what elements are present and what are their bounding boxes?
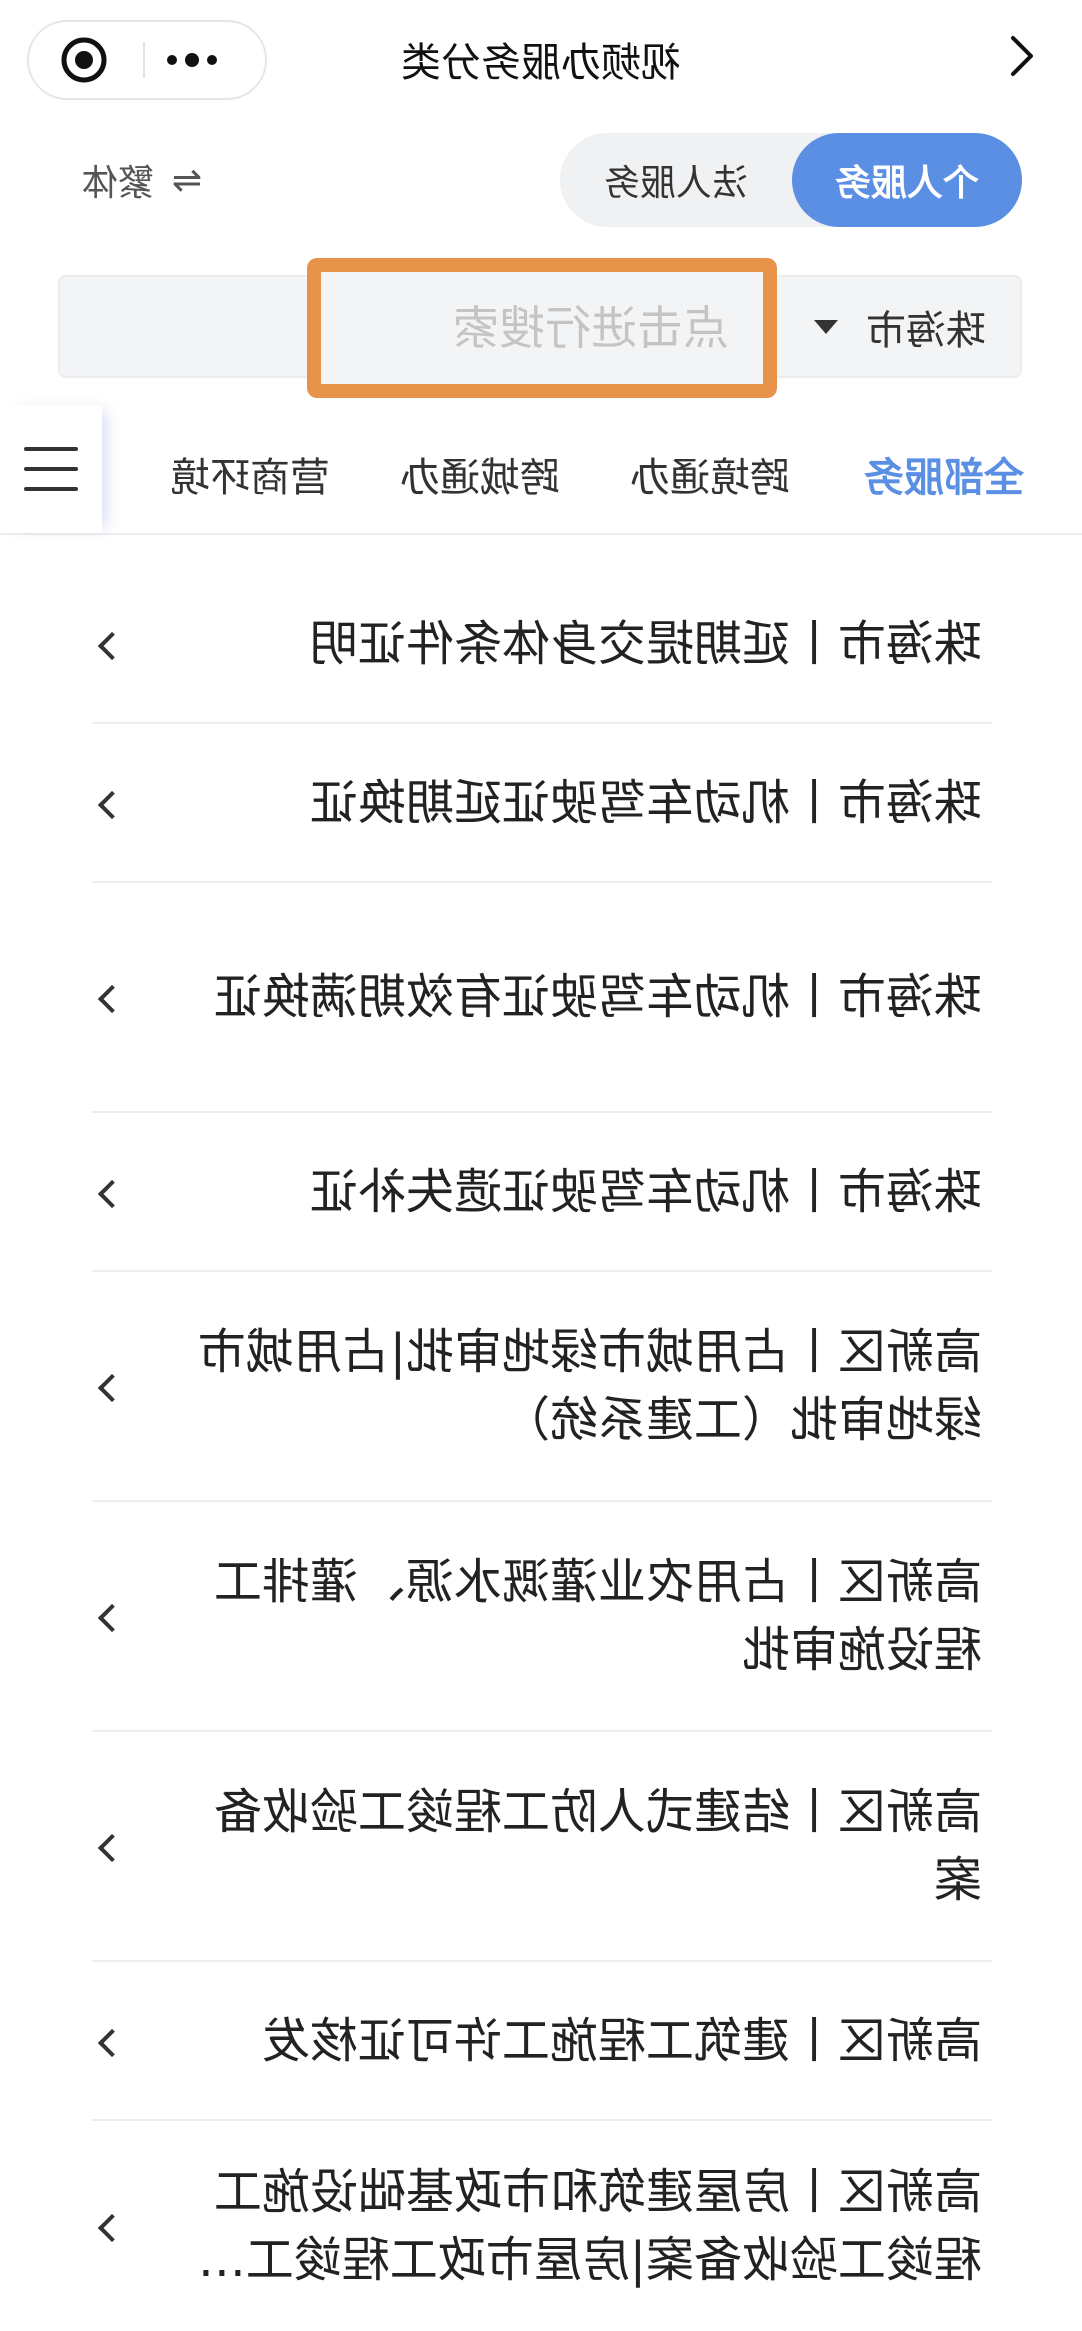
list-item[interactable]: 珠海市丨机动车驾驶证延期换证 xyxy=(92,724,992,883)
list-item-label: 高新区丨建筑工程施工许可证核发 xyxy=(261,2012,982,2069)
list-item-label: 高新区丨占用城市绿地审批|占用城市绿地审批（工建系统） xyxy=(197,1324,982,1448)
city-label: 珠海市 xyxy=(866,307,986,354)
corporate-service-tab[interactable]: 法人服务 xyxy=(560,133,792,227)
list-item[interactable]: 高新区丨占用城市绿地审批|占用城市绿地审批（工建系统） xyxy=(92,1272,992,1502)
mini-program-capsule xyxy=(27,20,267,100)
traditional-chinese-switch[interactable]: ⇋ 繁体 xyxy=(82,150,202,210)
list-item-label: 珠海市丨机动车驾驶证遗失补证 xyxy=(309,1163,982,1220)
list-item[interactable]: 高新区丨结建式人防工程竣工验收备案 xyxy=(92,1732,992,1962)
tab-cross-border[interactable]: 跨境通办 xyxy=(630,445,790,503)
search-input[interactable] xyxy=(321,300,731,356)
personal-service-tab[interactable]: 个人服务 xyxy=(792,133,1022,227)
tab-all-services[interactable]: 全部服务 xyxy=(864,445,1024,503)
capsule-divider xyxy=(143,42,145,78)
more-button[interactable] xyxy=(150,22,235,98)
list-item-label: 珠海市丨延期提交身体条件证明 xyxy=(309,615,982,672)
service-list: 珠海市丨延期提交身体条件证明 珠海市丨机动车驾驶证延期换证 珠海市丨机动车驾驶证… xyxy=(92,565,992,2331)
list-item-label: 高新区丨结建式人防工程竣工验收备案 xyxy=(213,1784,982,1908)
list-item-label: 高新区丨房屋建筑和市政基础设施工程竣工验收备案|房屋市政工程竣工验收备案 xyxy=(197,2164,982,2288)
list-item[interactable]: 珠海市丨机动车驾驶证遗失补证 xyxy=(92,1113,992,1272)
more-dots-icon xyxy=(167,53,218,67)
tab-menu-button[interactable] xyxy=(0,405,102,533)
list-item[interactable]: 高新区丨占用农业灌溉水源、灌排工程设施审批 xyxy=(92,1502,992,1732)
nav-bar: 视频办服务分类 xyxy=(0,0,1082,120)
close-button[interactable] xyxy=(31,22,137,98)
lang-switch-label: 繁体 xyxy=(81,163,154,204)
list-item[interactable]: 高新区丨房屋建筑和市政基础设施工程竣工验收备案|房屋市政工程竣工验收备案 xyxy=(92,2121,992,2331)
list-item-label: 高新区丨占用农业灌溉水源、灌排工程设施审批 xyxy=(213,1554,982,1678)
list-item[interactable]: 高新区丨建筑工程施工许可证核发 xyxy=(92,1962,992,2121)
hamburger-menu-icon xyxy=(24,447,78,451)
target-close-icon xyxy=(61,37,107,83)
list-item-label: 珠海市丨机动车驾驶证有效期满换证 xyxy=(213,969,982,1025)
swap-arrows-icon: ⇋ xyxy=(171,159,202,201)
list-item[interactable]: 珠海市丨机动车驾驶证有效期满换证 xyxy=(92,883,992,1113)
list-item-label: 珠海市丨机动车驾驶证延期换证 xyxy=(309,774,982,831)
category-tabs: 全部服务 跨境通办 跨城通办 营商环境 xyxy=(0,405,1082,535)
service-type-toggle: 个人服务 法人服务 xyxy=(560,133,1022,227)
search-input-box xyxy=(307,258,777,398)
tab-business-environment[interactable]: 营商环境 xyxy=(170,445,330,503)
tab-cross-city[interactable]: 跨城通办 xyxy=(400,445,560,503)
list-item[interactable]: 珠海市丨延期提交身体条件证明 xyxy=(92,565,992,724)
city-selector[interactable]: 珠海市 xyxy=(780,277,1020,376)
caret-down-icon xyxy=(814,319,838,334)
